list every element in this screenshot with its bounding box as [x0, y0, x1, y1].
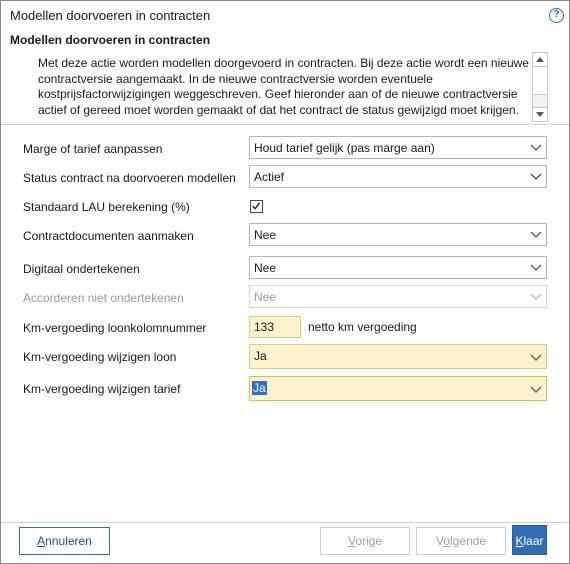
- next-button[interactable]: Volgende: [416, 527, 506, 555]
- docs-value: Nee: [254, 228, 277, 242]
- cancel-button[interactable]: Annuleren: [19, 527, 110, 555]
- marge-label: Marge of tarief aanpassen: [23, 142, 163, 156]
- km-kolom-suffix: netto km vergoeding: [308, 320, 417, 334]
- description-line: contractversie aangemaakt. In de nieuwe …: [38, 71, 433, 86]
- km-kolom-label: Km-vergoeding loonkolomnummer: [23, 321, 207, 335]
- km-tarief-label: Km-vergoeding wijzigen tarief: [23, 382, 181, 396]
- next-label: lgende: [449, 534, 487, 548]
- accorderen-select: Nee: [249, 285, 547, 308]
- previous-button[interactable]: Vorige: [320, 527, 410, 555]
- dialog-title: Modellen doorvoeren in contracten: [10, 8, 211, 23]
- chevron-down-icon: [530, 173, 542, 180]
- dialog-window: Modellen doorvoeren in contracten ? Mode…: [0, 0, 570, 564]
- next-accel: o: [443, 534, 450, 548]
- accorderen-value: Nee: [254, 290, 277, 304]
- km-loon-value: Ja: [254, 349, 267, 363]
- description-line: Met deze actie worden modellen doorgevoe…: [38, 56, 529, 70]
- docs-select[interactable]: Nee: [249, 223, 547, 246]
- status-label: Status contract na doorvoeren modellen: [23, 171, 236, 185]
- digitaal-value: Nee: [254, 261, 277, 275]
- description-line: actief of gereed moet worden gemaakt of …: [38, 102, 519, 117]
- lau-checkbox[interactable]: [250, 200, 263, 213]
- prev-label: orige: [355, 534, 383, 548]
- finish-label: laar: [523, 534, 544, 548]
- description-text: Met deze actie worden modellen doorgevoe…: [38, 56, 533, 118]
- footer-divider: [1, 522, 569, 523]
- chevron-down-icon: [530, 386, 542, 393]
- km-loon-select[interactable]: Ja: [249, 344, 547, 369]
- chevron-down-icon: [530, 354, 542, 361]
- km-tarief-value: Ja: [252, 381, 267, 395]
- help-icon[interactable]: ?: [549, 8, 564, 23]
- description-scrollbar[interactable]: [532, 52, 548, 122]
- status-select[interactable]: Actief: [249, 165, 547, 188]
- km-loon-label: Km-vergoeding wijzigen loon: [23, 350, 177, 364]
- scroll-down-arrow-icon[interactable]: [533, 107, 547, 121]
- checkmark-icon: [252, 202, 261, 210]
- km-kolom-value: 133: [254, 320, 275, 334]
- finish-accel: K: [515, 534, 524, 548]
- digitaal-select[interactable]: Nee: [249, 256, 547, 279]
- section-title: Modellen doorvoeren in contracten: [10, 33, 211, 47]
- cancel-label: nnuleren: [45, 534, 92, 548]
- marge-value: Houd tarief gelijk (pas marge aan): [254, 141, 435, 155]
- finish-button[interactable]: Klaar: [512, 525, 547, 555]
- description-box: Met deze actie worden modellen doorgevoe…: [10, 51, 548, 122]
- km-tarief-select[interactable]: Ja: [249, 376, 547, 401]
- km-kolom-input[interactable]: 133: [249, 316, 301, 338]
- chevron-down-icon: [530, 231, 542, 238]
- chevron-down-icon: [530, 293, 542, 300]
- scroll-thumb[interactable]: [533, 67, 547, 95]
- digitaal-label: Digitaal ondertekenen: [23, 262, 140, 276]
- description-line: kostprijsfactorwijzigingen weggeschreven…: [38, 87, 518, 101]
- status-value: Actief: [254, 170, 285, 184]
- chevron-down-icon: [530, 264, 542, 271]
- cancel-accel: A: [37, 534, 46, 548]
- accorderen-label: Accorderen niet ondertekenen: [23, 291, 184, 305]
- lau-label: Standaard LAU berekening (%): [23, 200, 190, 214]
- divider: [1, 124, 569, 125]
- scroll-up-arrow-icon[interactable]: [533, 53, 547, 67]
- title-bar: Modellen doorvoeren in contracten ?: [1, 1, 569, 29]
- chevron-down-icon: [530, 144, 542, 151]
- marge-select[interactable]: Houd tarief gelijk (pas marge aan): [249, 136, 547, 159]
- docs-label: Contractdocumenten aanmaken: [23, 229, 194, 243]
